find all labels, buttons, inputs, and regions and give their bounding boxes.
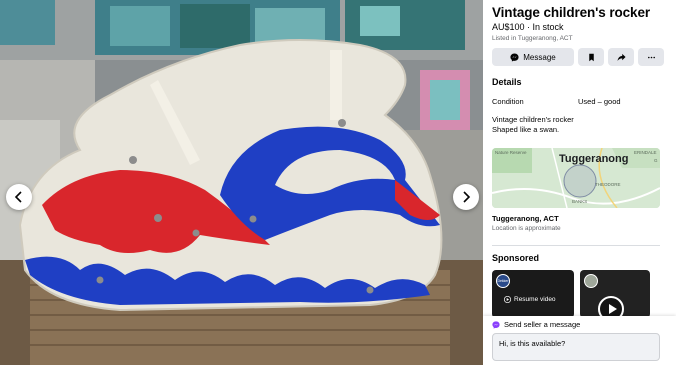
condition-value: Used – good (578, 97, 621, 106)
condition-label: Condition (492, 97, 524, 106)
save-button[interactable] (578, 48, 604, 66)
image-viewer (0, 0, 483, 365)
share-button[interactable] (608, 48, 634, 66)
send-message-box: Send seller a message Hi, is this availa… (483, 316, 676, 365)
action-bar: Message (492, 48, 668, 66)
advertiser-logo (584, 274, 598, 288)
next-photo-button[interactable] (453, 184, 479, 210)
sponsored-ad-card[interactable] (580, 270, 650, 318)
stock-status: In stock (532, 22, 564, 32)
map-label: G (654, 158, 658, 163)
map-label: BANKS (572, 199, 588, 204)
map-label: THEODORE (595, 182, 621, 187)
resume-video-label: Resume video (514, 296, 556, 303)
more-options-button[interactable] (638, 48, 664, 66)
more-dots-icon (647, 56, 655, 58)
previous-photo-button[interactable] (6, 184, 32, 210)
share-arrow-icon (617, 53, 626, 61)
chevron-left-icon (14, 191, 22, 203)
play-icon (504, 296, 511, 303)
message-button-label: Message (523, 52, 556, 62)
details-heading: Details (492, 77, 522, 87)
send-label-text: Send seller a message (504, 320, 581, 329)
divider (492, 245, 660, 246)
chevron-right-icon (463, 191, 471, 203)
map-label: Nature Reserve (495, 150, 527, 155)
listing-photo (0, 0, 483, 365)
map-label: ERINDALE (634, 150, 657, 155)
separator: · (524, 22, 533, 32)
map-town-label: Tuggeranong (559, 153, 629, 165)
location-name: Tuggeranong, ACT (492, 214, 559, 223)
listing-details-panel: Vintage children's rocker AU$100 · In st… (483, 0, 676, 365)
listed-location: Listed in Tuggeranong, ACT (492, 35, 573, 42)
advertiser-logo: Dekker (496, 274, 510, 288)
listing-price: AU$100 (492, 22, 525, 32)
messenger-icon (510, 52, 519, 62)
sponsored-ad-card[interactable]: Dekker Resume video (492, 270, 574, 318)
sponsored-heading: Sponsored (492, 253, 540, 263)
location-note: Location is approximate (492, 225, 561, 232)
message-input[interactable]: Hi, is this available? (492, 333, 660, 361)
bookmark-icon (588, 53, 594, 61)
play-icon[interactable] (598, 296, 624, 318)
description-line: Vintage children's rocker (492, 115, 574, 124)
send-message-label: Send seller a message (492, 320, 580, 329)
message-button[interactable]: Message (492, 48, 574, 66)
description-line: Shaped like a swan. (492, 125, 560, 134)
messenger-icon (492, 320, 500, 329)
price-stock-row: AU$100 · In stock (492, 22, 564, 32)
listing-title: Vintage children's rocker (492, 5, 651, 20)
resume-video-button[interactable]: Resume video (504, 296, 556, 303)
